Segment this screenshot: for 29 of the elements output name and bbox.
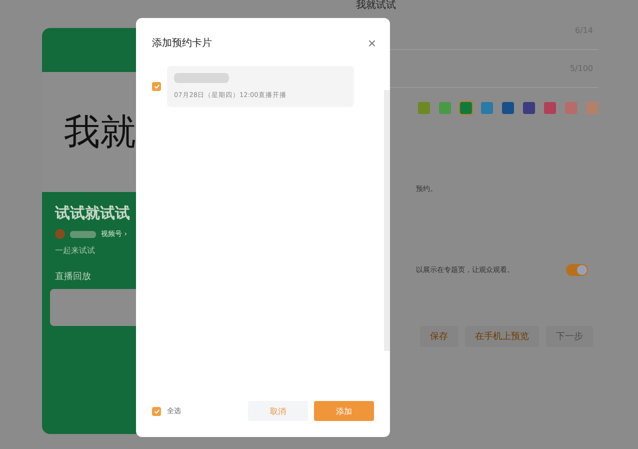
color-swatch[interactable] [439,102,451,114]
redacted-name [70,230,96,238]
avatar [55,229,65,239]
toggle-switch[interactable] [566,264,588,276]
select-all-checkbox[interactable] [152,406,161,416]
card-subtitle: 一起来试试 [54,245,96,256]
color-swatch[interactable] [523,102,535,114]
color-swatch[interactable] [418,102,430,114]
cancel-button[interactable]: 取消 [248,401,308,421]
scrollbar[interactable] [384,90,390,351]
dialog-title: 添加预约卡片 [152,36,212,50]
color-swatch[interactable] [586,102,598,114]
cover-text: 我就 [64,110,136,154]
color-swatch[interactable] [544,102,556,114]
color-swatch[interactable] [502,102,514,114]
close-button[interactable]: × [368,36,376,50]
action-button[interactable]: 在手机上预览 [465,326,539,347]
color-swatch[interactable] [565,102,577,114]
section-title: 直播回放 [54,270,92,283]
redacted-title [174,73,229,83]
check-icon [154,84,160,89]
card-title: 试试就试试 [54,204,131,223]
color-swatch[interactable] [481,102,493,114]
check-icon [154,408,160,414]
add-button[interactable]: 添加 [314,401,374,421]
action-button[interactable]: 保存 [420,326,458,347]
checkbox[interactable] [152,82,161,91]
color-swatch[interactable] [460,102,472,114]
page-title: 我就试试 [355,0,397,12]
